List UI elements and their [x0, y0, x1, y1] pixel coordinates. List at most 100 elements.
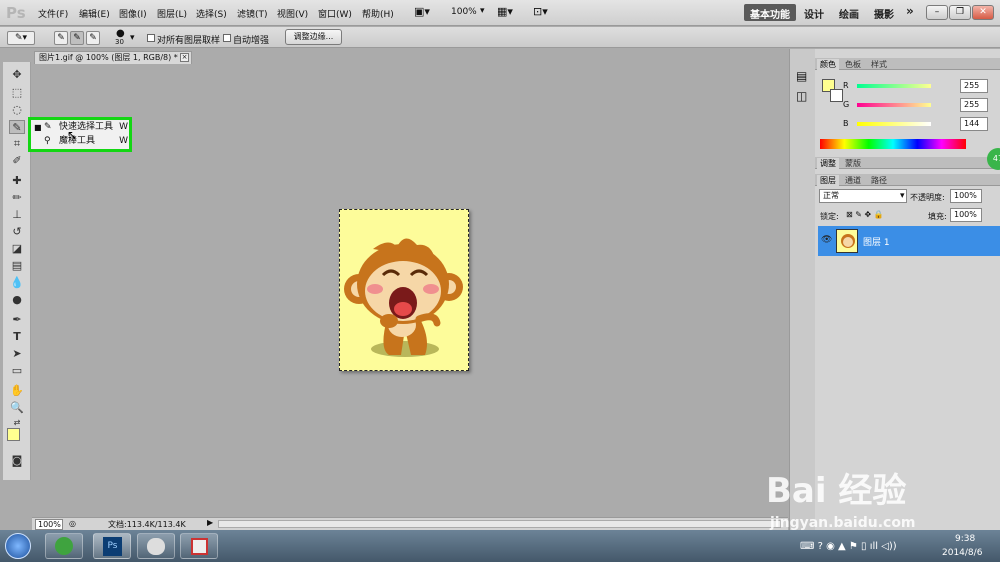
menu-select[interactable]: 选择(S) — [196, 7, 227, 20]
move-tool-icon[interactable]: ✥ — [9, 68, 25, 82]
fill-field[interactable]: 100% — [950, 208, 982, 222]
flyout-quick-selection[interactable]: ■ ✎ 快速选择工具 W — [34, 121, 128, 134]
hand-tool-icon[interactable]: ✋ — [9, 384, 25, 398]
opacity-field[interactable]: 100% — [950, 189, 982, 203]
actions-panel-icon[interactable]: ◫ — [796, 89, 807, 103]
history-panel-icon[interactable]: ▤ — [796, 69, 807, 83]
tab-styles[interactable]: 样式 — [868, 59, 890, 70]
sample-all-layers-checkbox[interactable] — [147, 34, 155, 42]
pen-tool-icon[interactable]: ✒ — [9, 313, 25, 327]
menu-image[interactable]: 图像(I) — [119, 7, 147, 20]
screen-mode-icon[interactable]: ▣▾ — [414, 5, 430, 18]
tab-color[interactable]: 颜色 — [817, 59, 839, 70]
layer-row[interactable]: 👁 图层 1 — [818, 226, 1000, 256]
more-workspaces-icon[interactable]: » — [900, 2, 920, 19]
red-value[interactable]: 255 — [960, 79, 988, 93]
workspace-design[interactable]: 设计 — [798, 4, 830, 21]
eraser-tool-icon[interactable]: ◪ — [9, 242, 25, 256]
panel-icon-strip: ▤ ◫ — [789, 49, 815, 530]
blend-mode-select[interactable]: 正常 — [819, 189, 907, 203]
menu-view[interactable]: 视图(V) — [277, 7, 308, 20]
healing-brush-icon[interactable]: ✚ — [9, 174, 25, 188]
tab-swatches[interactable]: 色板 — [842, 59, 864, 70]
clone-stamp-icon[interactable]: ⊥ — [9, 208, 25, 222]
eyedropper-tool-icon[interactable]: ✐ — [9, 154, 25, 168]
chevron-down-icon[interactable]: ▾ — [480, 6, 485, 16]
workspace-painting[interactable]: 绘画 — [833, 4, 865, 21]
flyout-item-shortcut: W — [119, 122, 128, 132]
menu-help[interactable]: 帮助(H) — [362, 7, 394, 20]
menu-filter[interactable]: 滤镜(T) — [237, 7, 268, 20]
horizontal-scrollbar[interactable] — [218, 520, 781, 528]
photoshop-logo: Ps — [6, 4, 26, 22]
dodge-tool-icon[interactable]: ● — [9, 293, 25, 307]
color-background-swatch[interactable] — [830, 89, 843, 102]
sample-all-layers-label: 对所有图层取样 — [157, 36, 221, 46]
color-panel-tabs: 颜色 色板 样式 — [815, 58, 1000, 70]
tab-paths[interactable]: 路径 — [868, 175, 890, 186]
layer-name[interactable]: 图层 1 — [863, 235, 890, 248]
path-selection-icon[interactable]: ➤ — [9, 347, 25, 361]
clock-time[interactable]: 9:38 — [955, 534, 975, 544]
taskbar-app-4[interactable] — [180, 533, 218, 559]
taskbar-app-3[interactable] — [137, 533, 175, 559]
green-value[interactable]: 255 — [960, 98, 988, 112]
foreground-color-swatch[interactable] — [7, 428, 20, 441]
menu-window[interactable]: 窗口(W) — [318, 7, 352, 20]
start-button[interactable] — [5, 533, 31, 559]
menu-edit[interactable]: 编辑(E) — [79, 7, 110, 20]
blue-value[interactable]: 144 — [960, 117, 988, 131]
marquee-tool-icon[interactable]: ⬚ — [9, 86, 25, 100]
quick-mask-icon[interactable]: ◙ — [9, 454, 25, 468]
zoom-level-field[interactable]: 100% — [35, 519, 63, 530]
status-menu-arrow-icon[interactable]: ▶ — [207, 518, 213, 527]
workspace-photography[interactable]: 摄影 — [868, 4, 900, 21]
mouse-cursor-icon: ↖ — [67, 128, 78, 142]
screen-layout-icon[interactable]: ⊡▾ — [533, 5, 548, 18]
shape-tool-icon[interactable]: ▭ — [9, 364, 25, 378]
refine-edge-button[interactable]: 调整边缘... — [285, 29, 342, 45]
clock-date[interactable]: 2014/8/6 — [942, 548, 982, 558]
add-to-selection-icon[interactable]: ✎ — [70, 31, 84, 45]
blur-tool-icon[interactable]: 💧 — [9, 276, 25, 290]
zoom-tool-icon[interactable]: 🔍 — [9, 401, 25, 415]
tab-masks[interactable]: 蒙版 — [842, 158, 864, 169]
right-panel: 颜色 色板 样式 R 255 G 255 B 144 调整 蒙版 47 图层 通… — [815, 49, 1000, 530]
minimize-button[interactable]: – — [926, 5, 948, 20]
arrange-docs-icon[interactable]: ▦▾ — [497, 5, 513, 18]
type-tool-icon[interactable]: T — [9, 330, 25, 344]
menu-file[interactable]: 文件(F) — [38, 7, 68, 20]
menu-layer[interactable]: 图层(L) — [157, 7, 187, 20]
tray-icons[interactable]: ⌨ ? ◉ ▲ ⚑ ▯ ıll ◁)) — [800, 541, 897, 552]
subtract-selection-icon[interactable]: ✎ — [86, 31, 100, 45]
brush-picker-arrow-icon[interactable]: ▾ — [130, 33, 135, 43]
workspace-basic[interactable]: 基本功能 — [744, 4, 796, 21]
color-spectrum-ramp[interactable] — [820, 139, 966, 149]
auto-enhance-checkbox[interactable] — [223, 34, 231, 42]
restore-button[interactable]: ❐ — [949, 5, 971, 20]
new-selection-icon[interactable]: ✎ — [54, 31, 68, 45]
document-tab[interactable]: 图片1.gif @ 100% (图层 1, RGB/8) * × — [34, 51, 192, 64]
green-slider[interactable] — [857, 103, 931, 107]
zoom-select[interactable]: 100% — [451, 7, 477, 17]
lasso-tool-icon[interactable]: ◌ — [9, 103, 25, 117]
tab-layers[interactable]: 图层 — [817, 175, 839, 186]
history-brush-icon[interactable]: ↺ — [9, 225, 25, 239]
quick-selection-tool-icon[interactable]: ✎ — [9, 120, 25, 134]
gradient-tool-icon[interactable]: ▤ — [9, 259, 25, 273]
blue-slider[interactable] — [857, 122, 931, 126]
close-document-icon[interactable]: × — [180, 53, 189, 62]
tab-adjustments[interactable]: 调整 — [817, 158, 839, 169]
taskbar-photoshop[interactable]: Ps — [93, 533, 131, 559]
close-button[interactable]: ✕ — [972, 5, 994, 20]
tab-channels[interactable]: 通道 — [842, 175, 864, 186]
red-slider[interactable] — [857, 84, 931, 88]
taskbar-browser[interactable] — [45, 533, 83, 559]
eye-icon[interactable]: 👁 — [821, 235, 832, 245]
flyout-magic-wand[interactable]: ⚲ 魔棒工具 W — [34, 135, 128, 148]
lock-icons[interactable]: ⊠ ✎ ✥ 🔒 — [846, 210, 884, 219]
brush-tool-icon[interactable]: ✏ — [9, 191, 25, 205]
tool-preset-picker[interactable]: ✎▾ — [7, 31, 35, 45]
crop-tool-icon[interactable]: ⌗ — [9, 137, 25, 151]
brush-size[interactable]: 30 — [115, 38, 124, 46]
